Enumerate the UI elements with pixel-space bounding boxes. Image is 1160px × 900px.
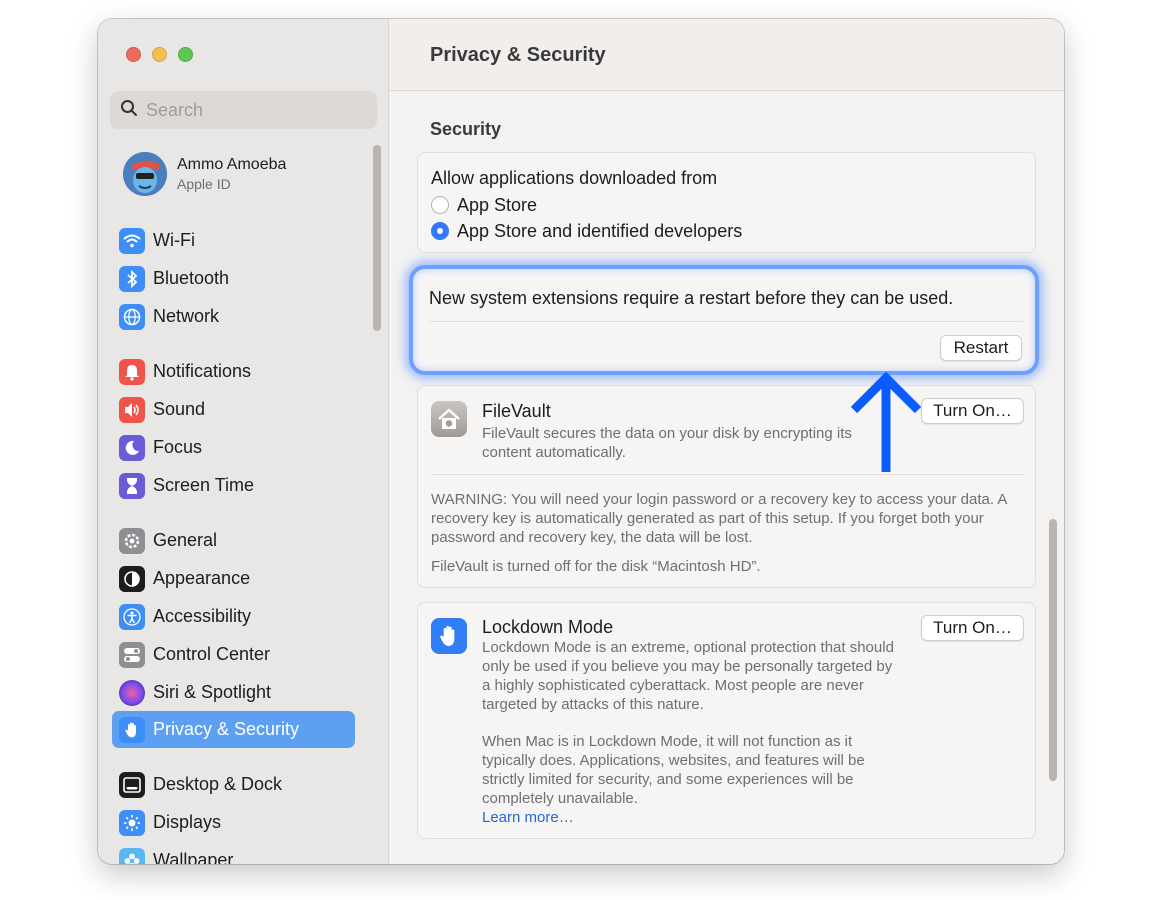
speaker-icon — [119, 396, 145, 423]
page-title: Privacy & Security — [430, 44, 606, 66]
main-pane: Privacy & Security Security Allow applic… — [389, 19, 1064, 864]
profile-subtitle: Apple ID — [177, 176, 231, 192]
search-icon — [120, 99, 138, 122]
lockdown-card: Lockdown Mode Lockdown Mode is an extrem… — [417, 602, 1036, 839]
sidebar-item-siri-spotlight[interactable]: Siri & Spotlight — [112, 674, 355, 711]
sidebar-item-label: Screen Time — [153, 475, 255, 495]
sidebar-item-focus[interactable]: Focus — [112, 429, 355, 466]
restart-notice-card: New system extensions require a restart … — [409, 265, 1039, 375]
annotation-arrow-icon — [850, 371, 922, 472]
sidebar-item-privacy-security[interactable]: Privacy & Security — [112, 711, 355, 748]
sidebar-item-appearance[interactable]: Appearance — [112, 560, 355, 597]
allow-apps-card: Allow applications downloaded from App S… — [417, 152, 1036, 253]
section-title-security: Security — [430, 119, 502, 139]
sidebar-item-network[interactable]: Network — [112, 298, 355, 335]
sidebar-item-label: Displays — [153, 812, 222, 832]
sidebar: Ammo Amoeba Apple ID Wi-Fi Bluetooth Net… — [98, 19, 389, 864]
siri-icon — [119, 679, 145, 706]
restart-button[interactable]: Restart — [940, 335, 1022, 361]
sidebar-item-label: Bluetooth — [153, 268, 230, 288]
avatar — [123, 152, 167, 196]
sidebar-item-label: Control Center — [153, 644, 271, 664]
sun-icon — [119, 809, 145, 836]
sidebar-item-control-center[interactable]: Control Center — [112, 636, 355, 673]
sidebar-item-label: Wallpaper — [153, 850, 234, 864]
moon-icon — [119, 434, 145, 461]
apple-id-profile[interactable]: Ammo Amoeba Apple ID — [123, 152, 286, 196]
sidebar-item-label: Privacy & Security — [153, 719, 300, 739]
filevault-status: FileVault is turned off for the disk “Ma… — [431, 558, 761, 575]
sidebar-item-screen-time[interactable]: Screen Time — [112, 467, 355, 504]
sidebar-item-label: Accessibility — [153, 606, 252, 626]
radio-app-store[interactable] — [431, 196, 449, 214]
accessibility-icon — [119, 603, 145, 630]
header: Privacy & Security — [389, 19, 1064, 91]
dock-icon — [119, 771, 145, 798]
bell-icon — [119, 358, 145, 385]
sidebar-scrollbar[interactable] — [373, 145, 381, 331]
filevault-title: FileVault — [482, 401, 551, 421]
sidebar-item-label: Focus — [153, 437, 203, 457]
allow-apps-label: Allow applications downloaded from — [431, 168, 718, 188]
filevault-card: FileVault FileVault secures the data on … — [417, 385, 1036, 588]
sidebar-item-label: Siri & Spotlight — [153, 682, 272, 702]
search-field[interactable] — [110, 91, 377, 129]
sidebar-item-bluetooth[interactable]: Bluetooth — [112, 260, 355, 297]
sidebar-item-label: Wi-Fi — [153, 230, 195, 250]
divider — [431, 474, 1024, 475]
hand-icon — [119, 716, 145, 743]
sidebar-item-label: Sound — [153, 399, 206, 419]
sidebar-item-wallpaper[interactable]: Wallpaper — [112, 842, 355, 864]
radio-label-app-store: App Store — [457, 195, 538, 215]
toggles-icon — [119, 641, 145, 668]
flower-icon — [119, 847, 145, 864]
sidebar-item-label: General — [153, 530, 218, 550]
sidebar-item-sound[interactable]: Sound — [112, 391, 355, 428]
sidebar-item-displays[interactable]: Displays — [112, 804, 355, 841]
divider — [429, 321, 1023, 322]
zoom-window-button[interactable] — [178, 47, 193, 62]
hourglass-icon — [119, 472, 145, 499]
sidebar-item-notifications[interactable]: Notifications — [112, 353, 355, 390]
restart-notice-text: New system extensions require a restart … — [429, 288, 954, 308]
sidebar-item-label: Desktop & Dock — [153, 774, 283, 794]
main-scrollbar[interactable] — [1049, 519, 1057, 781]
window-controls — [126, 47, 193, 62]
wifi-icon — [119, 227, 145, 254]
sidebar-item-wifi[interactable]: Wi-Fi — [112, 222, 355, 259]
filevault-house-icon — [431, 401, 467, 437]
sidebar-item-label: Appearance — [153, 568, 251, 588]
sidebar-item-label: Notifications — [153, 361, 252, 381]
lockdown-hand-icon — [431, 618, 467, 654]
learn-more-link[interactable]: Learn more… — [482, 808, 574, 827]
lockdown-title: Lockdown Mode — [482, 617, 614, 637]
filevault-warning: WARNING: You will need your login passwo… — [431, 491, 1007, 546]
gear-icon — [119, 527, 145, 554]
radio-app-store-identified[interactable] — [431, 222, 449, 240]
sidebar-item-label: Network — [153, 306, 220, 326]
filevault-turn-on-button[interactable]: Turn On… — [921, 398, 1024, 424]
profile-name: Ammo Amoeba — [177, 156, 287, 173]
lockdown-turn-on-button[interactable]: Turn On… — [921, 615, 1024, 641]
bluetooth-icon — [119, 265, 145, 292]
sidebar-item-accessibility[interactable]: Accessibility — [112, 598, 355, 635]
close-window-button[interactable] — [126, 47, 141, 62]
appearance-icon — [119, 565, 145, 592]
sidebar-item-desktop-dock[interactable]: Desktop & Dock — [112, 766, 355, 803]
globe-icon — [119, 303, 145, 330]
filevault-description: FileVault secures the data on your disk … — [482, 425, 852, 461]
radio-label-app-store-identified: App Store and identified developers — [457, 221, 743, 241]
sidebar-item-general[interactable]: General — [112, 522, 355, 559]
search-input[interactable] — [146, 99, 366, 121]
lockdown-description: Lockdown Mode is an extreme, optional pr… — [482, 639, 894, 713]
minimize-window-button[interactable] — [152, 47, 167, 62]
lockdown-details: When Mac is in Lockdown Mode, it will no… — [482, 733, 865, 807]
